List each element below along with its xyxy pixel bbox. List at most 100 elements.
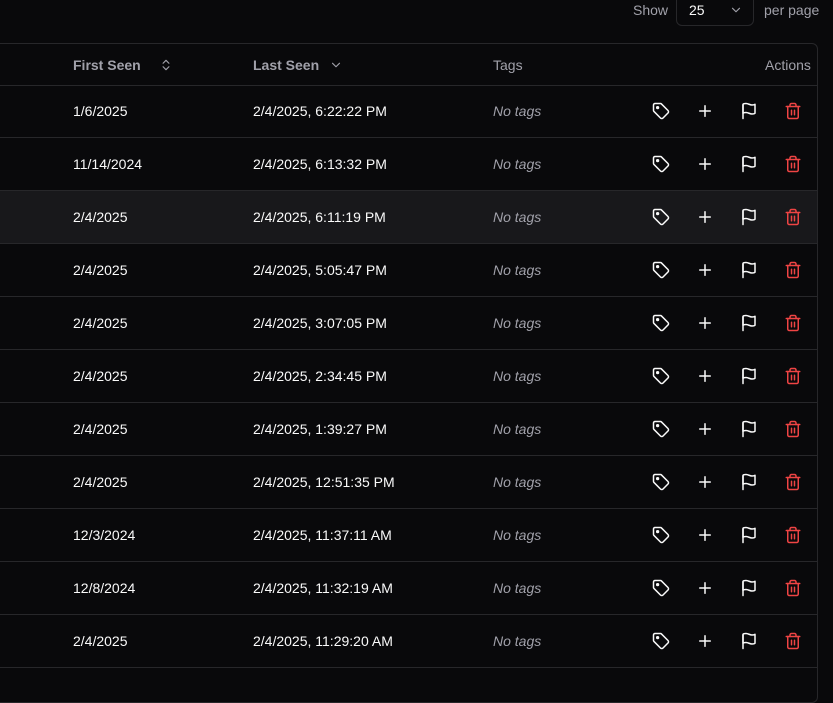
tag-button[interactable]	[651, 472, 671, 492]
per-page-label: per page	[764, 2, 820, 18]
plus-icon	[696, 632, 714, 650]
tags-cell: No tags	[493, 262, 542, 278]
table-row[interactable]: 2/4/2025 2/4/2025, 12:51:35 PM No tags	[0, 456, 817, 509]
delete-button[interactable]	[783, 260, 803, 280]
add-button[interactable]	[695, 419, 715, 439]
delete-button[interactable]	[783, 101, 803, 121]
table-row[interactable]: 11/14/2024 2/4/2025, 6:13:32 PM No tags	[0, 138, 817, 191]
flag-icon	[740, 420, 758, 438]
flag-button[interactable]	[739, 419, 759, 439]
last-seen-cell: 2/4/2025, 1:39:27 PM	[253, 421, 387, 437]
tag-button[interactable]	[651, 154, 671, 174]
flag-button[interactable]	[739, 631, 759, 651]
flag-icon	[740, 102, 758, 120]
add-button[interactable]	[695, 313, 715, 333]
add-button[interactable]	[695, 366, 715, 386]
add-button[interactable]	[695, 578, 715, 598]
delete-button[interactable]	[783, 366, 803, 386]
table-row[interactable]: 2/4/2025 2/4/2025, 2:34:45 PM No tags	[0, 350, 817, 403]
tags-cell: No tags	[493, 474, 542, 490]
trash-icon	[784, 261, 802, 279]
first-seen-cell: 2/4/2025	[73, 421, 128, 437]
table-row[interactable]: 2/4/2025 2/4/2025, 3:07:05 PM No tags	[0, 297, 817, 350]
table-row[interactable]: 1/6/2025 2/4/2025, 6:22:22 PM No tags	[0, 85, 817, 138]
tags-cell: No tags	[493, 315, 542, 331]
table-row[interactable]: 12/3/2024 2/4/2025, 11:37:11 AM No tags	[0, 509, 817, 562]
add-button[interactable]	[695, 101, 715, 121]
table-row[interactable]: 2/4/2025 2/4/2025, 5:05:47 PM No tags	[0, 244, 817, 297]
delete-button[interactable]	[783, 207, 803, 227]
table-row[interactable]: 2/4/2025 2/4/2025, 6:11:19 PM No tags	[0, 191, 817, 244]
add-button[interactable]	[695, 260, 715, 280]
per-page-value: 25	[689, 2, 705, 18]
column-actions: Actions	[765, 57, 811, 73]
tag-button[interactable]	[651, 578, 671, 598]
last-seen-cell: 2/4/2025, 2:34:45 PM	[253, 368, 387, 384]
table-row[interactable]: 12/8/2024 2/4/2025, 11:32:19 AM No tags	[0, 562, 817, 615]
flag-button[interactable]	[739, 154, 759, 174]
tag-button[interactable]	[651, 525, 671, 545]
tag-button[interactable]	[651, 419, 671, 439]
plus-icon	[696, 102, 714, 120]
column-actions-label: Actions	[765, 57, 811, 73]
tag-button[interactable]	[651, 101, 671, 121]
trash-icon	[784, 526, 802, 544]
tag-icon	[652, 526, 670, 544]
chevron-down-icon	[332, 62, 341, 68]
tags-cell: No tags	[493, 633, 542, 649]
tag-icon	[652, 579, 670, 597]
column-first-seen[interactable]: First Seen	[73, 57, 173, 73]
table-row[interactable]: 2/4/2025 2/4/2025, 1:39:27 PM No tags	[0, 403, 817, 456]
delete-button[interactable]	[783, 419, 803, 439]
trash-icon	[784, 314, 802, 332]
tags-cell: No tags	[493, 421, 542, 437]
trash-icon	[784, 420, 802, 438]
delete-button[interactable]	[783, 313, 803, 333]
tag-icon	[652, 632, 670, 650]
delete-button[interactable]	[783, 525, 803, 545]
table-row[interactable]: 2/4/2025 2/4/2025, 11:29:20 AM No tags	[0, 615, 817, 668]
flag-button[interactable]	[739, 366, 759, 386]
flag-icon	[740, 526, 758, 544]
tag-button[interactable]	[651, 631, 671, 651]
flag-button[interactable]	[739, 472, 759, 492]
tag-button[interactable]	[651, 260, 671, 280]
tag-button[interactable]	[651, 366, 671, 386]
per-page-select[interactable]: 25	[676, 0, 754, 26]
last-seen-cell: 2/4/2025, 11:29:20 AM	[253, 633, 393, 649]
tags-cell: No tags	[493, 580, 542, 596]
delete-button[interactable]	[783, 154, 803, 174]
plus-icon	[696, 473, 714, 491]
flag-button[interactable]	[739, 101, 759, 121]
first-seen-cell: 2/4/2025	[73, 262, 128, 278]
flag-icon	[740, 208, 758, 226]
add-button[interactable]	[695, 154, 715, 174]
column-tags-label: Tags	[493, 57, 523, 73]
tags-cell: No tags	[493, 103, 542, 119]
trash-icon	[784, 102, 802, 120]
first-seen-cell: 11/14/2024	[73, 156, 143, 172]
delete-button[interactable]	[783, 631, 803, 651]
plus-icon	[696, 208, 714, 226]
flag-button[interactable]	[739, 260, 759, 280]
flag-button[interactable]	[739, 525, 759, 545]
tag-button[interactable]	[651, 313, 671, 333]
tag-button[interactable]	[651, 207, 671, 227]
column-last-seen[interactable]: Last Seen	[253, 57, 343, 73]
first-seen-cell: 2/4/2025	[73, 315, 128, 331]
flag-button[interactable]	[739, 578, 759, 598]
add-button[interactable]	[695, 207, 715, 227]
first-seen-cell: 2/4/2025	[73, 633, 128, 649]
add-button[interactable]	[695, 631, 715, 651]
add-button[interactable]	[695, 472, 715, 492]
add-button[interactable]	[695, 525, 715, 545]
flag-button[interactable]	[739, 313, 759, 333]
flag-button[interactable]	[739, 207, 759, 227]
flag-icon	[740, 632, 758, 650]
delete-button[interactable]	[783, 578, 803, 598]
tag-icon	[652, 314, 670, 332]
last-seen-cell: 2/4/2025, 6:11:19 PM	[253, 209, 386, 225]
tag-icon	[652, 155, 670, 173]
last-seen-cell: 2/4/2025, 3:07:05 PM	[253, 315, 387, 331]
delete-button[interactable]	[783, 472, 803, 492]
